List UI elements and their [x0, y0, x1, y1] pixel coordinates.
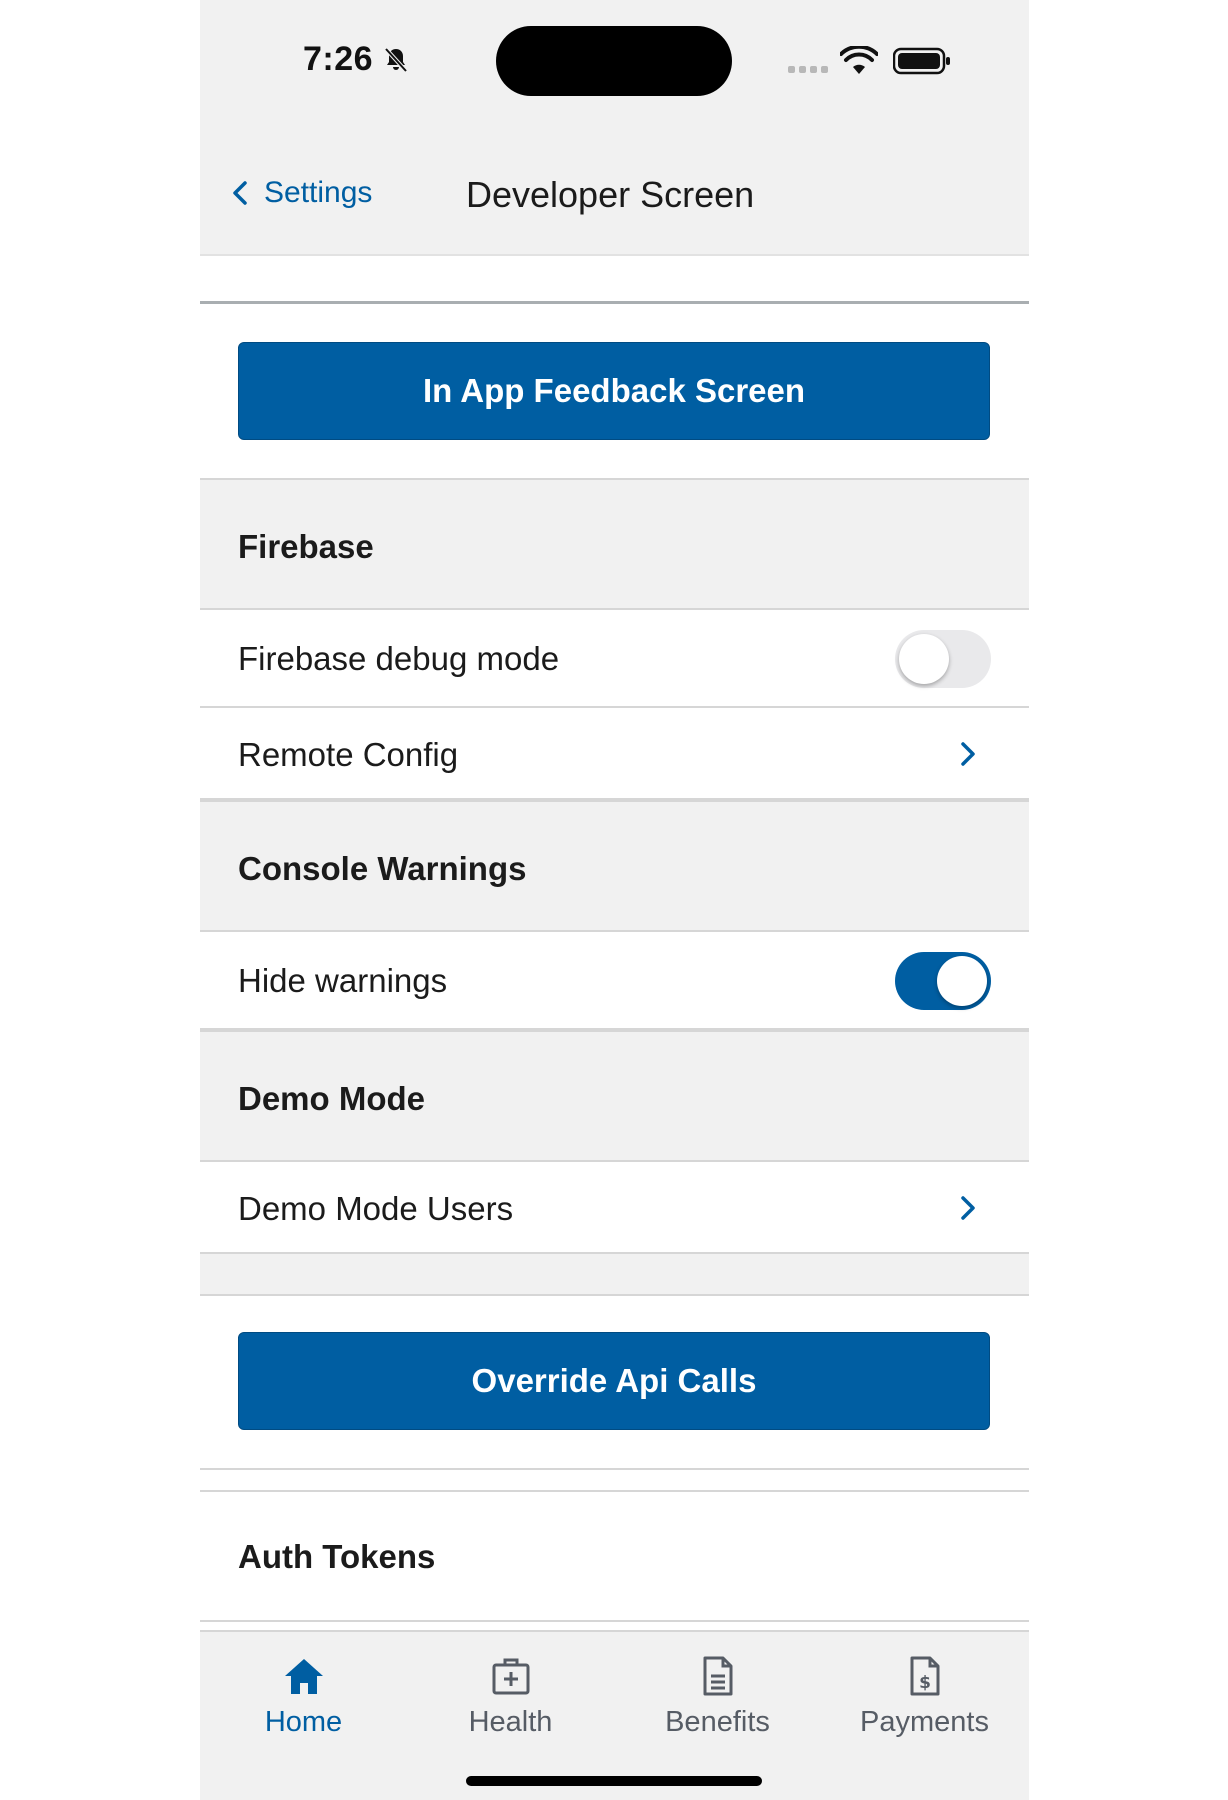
- navigation-bar: Settings Developer Screen: [200, 130, 1029, 256]
- home-icon: [284, 1659, 323, 1694]
- status-time: 7:26: [303, 40, 374, 78]
- section-spacer: [200, 1254, 1029, 1296]
- section-title-firebase: Firebase: [238, 528, 374, 565]
- tab-label-home: Home: [264, 1706, 343, 1738]
- tab-payments[interactable]: $ Payments: [821, 1654, 1028, 1754]
- row-label-hide-warnings: Hide warnings: [238, 962, 448, 999]
- row-demo-mode-users[interactable]: Demo Mode Users: [200, 1162, 1029, 1254]
- in-app-feedback-button[interactable]: In App Feedback Screen: [238, 342, 990, 440]
- row-hide-warnings: Hide warnings: [200, 932, 1029, 1030]
- chevron-left-icon: [233, 181, 247, 205]
- section-header-demo-mode: Demo Mode: [200, 1030, 1029, 1162]
- cellular-signal-icon: [788, 66, 828, 73]
- tab-label-benefits: Benefits: [665, 1706, 770, 1738]
- row-label-remote-config: Remote Config: [238, 736, 459, 773]
- chevron-right-icon: [961, 1196, 975, 1220]
- firebase-debug-toggle[interactable]: [895, 630, 991, 688]
- page-title: Developer Screen: [466, 174, 755, 215]
- home-indicator: [466, 1776, 762, 1786]
- tab-label-health: Health: [468, 1706, 553, 1738]
- row-label-demo-mode-users: Demo Mode Users: [238, 1190, 514, 1227]
- section-header-firebase: Firebase: [200, 478, 1029, 610]
- divider: [200, 1490, 1029, 1492]
- dynamic-island: [496, 26, 732, 96]
- tab-label-payments: Payments: [860, 1706, 989, 1738]
- hide-warnings-toggle[interactable]: [895, 952, 991, 1010]
- section-title-console-warnings: Console Warnings: [238, 850, 527, 887]
- section-title-auth-tokens: Auth Tokens: [238, 1538, 436, 1575]
- row-firebase-debug-mode: Firebase debug mode: [200, 610, 1029, 708]
- document-icon: [703, 1656, 732, 1696]
- tab-bar: Home Health Benefits $ Payments: [200, 1630, 1029, 1800]
- section-title-demo-mode: Demo Mode: [238, 1080, 426, 1117]
- chevron-right-icon: [961, 742, 975, 766]
- tab-health[interactable]: Health: [407, 1654, 614, 1754]
- app-screen: 7:26 Settings Developer Screen In App Fe…: [200, 0, 1029, 1800]
- row-label-firebase-debug-mode: Firebase debug mode: [238, 640, 560, 677]
- battery-icon: [893, 47, 950, 75]
- tab-home[interactable]: Home: [200, 1654, 407, 1754]
- wifi-icon: [840, 46, 878, 74]
- override-api-calls-button[interactable]: Override Api Calls: [238, 1332, 990, 1430]
- payment-document-icon: $: [910, 1656, 939, 1696]
- tab-benefits[interactable]: Benefits: [614, 1654, 821, 1754]
- bell-off-icon: [384, 47, 408, 73]
- status-bar: 7:26: [200, 0, 1029, 130]
- row-remote-config[interactable]: Remote Config: [200, 708, 1029, 800]
- back-button[interactable]: Settings: [230, 176, 372, 210]
- divider: [200, 1468, 1029, 1470]
- section-header-console-warnings: Console Warnings: [200, 800, 1029, 932]
- back-label: Settings: [264, 176, 373, 209]
- divider: [200, 301, 1029, 304]
- svg-text:$: $: [919, 1673, 931, 1693]
- medical-kit-icon: [492, 1658, 529, 1695]
- divider: [200, 1620, 1029, 1622]
